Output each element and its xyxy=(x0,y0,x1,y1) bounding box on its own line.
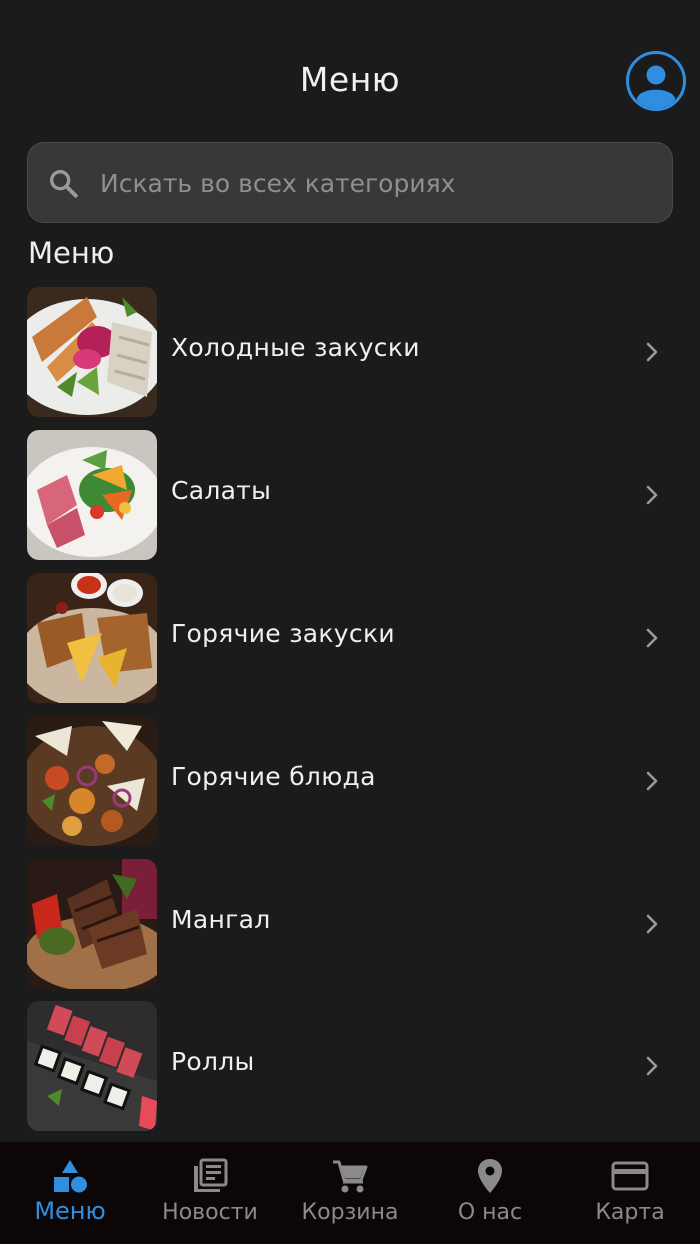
grill-photo xyxy=(27,859,157,989)
location-pin-icon xyxy=(478,1159,502,1193)
status-bar xyxy=(0,0,700,6)
chevron-right-icon xyxy=(646,485,658,505)
chevron-right-icon xyxy=(646,914,658,934)
nav-item-cart[interactable]: Корзина xyxy=(280,1142,420,1244)
news-icon xyxy=(194,1158,228,1192)
category-label: Горячие блюда xyxy=(171,762,376,791)
hot-appetizers-photo xyxy=(27,573,157,703)
section-title: Меню xyxy=(28,236,115,270)
chevron-right-icon xyxy=(646,342,658,362)
chevron-right-icon xyxy=(646,771,658,791)
category-item-salads[interactable]: Салаты xyxy=(0,430,700,560)
credit-card-icon xyxy=(611,1161,649,1191)
bottom-navigation: Меню Новости Корзина О нас Карта xyxy=(0,1142,700,1244)
nav-item-news[interactable]: Новости xyxy=(140,1142,280,1244)
header: Меню xyxy=(0,40,700,124)
nav-item-card[interactable]: Карта xyxy=(560,1142,700,1244)
search-input[interactable] xyxy=(98,143,662,224)
category-item-grill[interactable]: Мангал xyxy=(0,859,700,989)
chevron-right-icon xyxy=(646,1056,658,1076)
salads-photo xyxy=(27,430,157,560)
category-item-rolls[interactable]: Роллы xyxy=(0,1001,700,1131)
search-icon xyxy=(49,169,78,198)
nav-label: Карта xyxy=(595,1200,665,1225)
category-label: Салаты xyxy=(171,476,272,505)
category-item-cold-appetizers[interactable]: Холодные закуски xyxy=(0,287,700,417)
rolls-photo xyxy=(27,1001,157,1131)
nav-label: Новости xyxy=(162,1200,258,1225)
hot-dishes-photo xyxy=(27,716,157,846)
category-item-hot-dishes[interactable]: Горячие блюда xyxy=(0,716,700,846)
nav-label: Меню xyxy=(34,1197,106,1225)
shapes-icon xyxy=(54,1160,87,1193)
nav-label: О нас xyxy=(457,1200,523,1225)
search-bar[interactable] xyxy=(27,142,673,224)
page-title: Меню xyxy=(299,60,401,99)
nav-item-menu[interactable]: Меню xyxy=(0,1142,140,1244)
cart-icon xyxy=(333,1160,368,1193)
nav-label: Корзина xyxy=(301,1200,399,1225)
chevron-right-icon xyxy=(646,628,658,648)
account-circle-icon xyxy=(637,65,675,108)
profile-button[interactable] xyxy=(626,51,686,111)
cold-appetizers-photo xyxy=(27,287,157,417)
category-item-hot-appetizers[interactable]: Горячие закуски xyxy=(0,573,700,703)
nav-item-about[interactable]: О нас xyxy=(420,1142,560,1244)
category-label: Холодные закуски xyxy=(171,333,420,362)
category-label: Горячие закуски xyxy=(171,619,395,648)
category-label: Роллы xyxy=(171,1047,255,1076)
category-label: Мангал xyxy=(171,905,271,934)
